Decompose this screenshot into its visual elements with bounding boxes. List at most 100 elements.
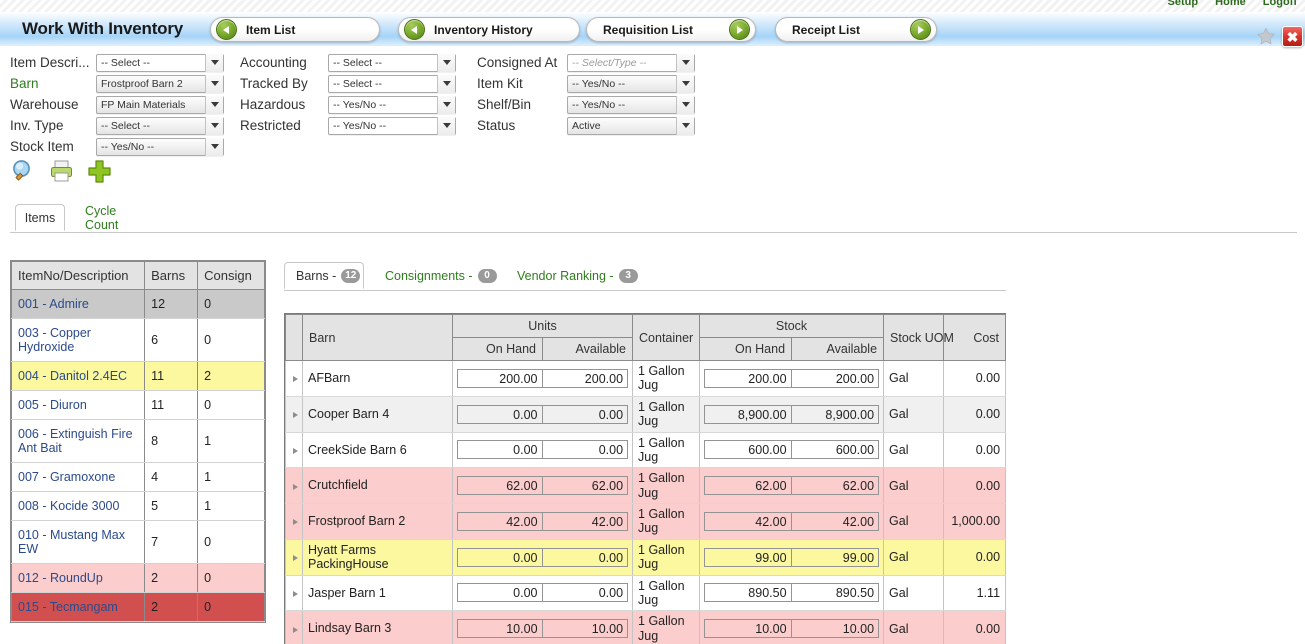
table-row[interactable]: 006 - Extinguish Fire Ant Bait 8 1 — [10, 419, 265, 463]
units-on-hand-input[interactable]: 42.00 — [457, 511, 543, 531]
row-expander[interactable] — [285, 574, 303, 612]
item-description[interactable]: 001 - Admire — [10, 289, 146, 319]
units-available-input[interactable]: 200.00 — [542, 368, 629, 388]
units-available-input[interactable]: 0.00 — [542, 440, 629, 460]
stock-available-input[interactable]: 99.00 — [791, 547, 880, 567]
units-on-hand-input[interactable]: 10.00 — [457, 619, 543, 639]
row-expander[interactable] — [285, 360, 303, 397]
column-header-barn[interactable]: Barn — [302, 314, 453, 361]
tab-cycle-count[interactable]: Cycle Count — [73, 204, 165, 232]
stock-available-input[interactable]: 42.00 — [791, 511, 880, 531]
filter-select-hazardous[interactable]: -- Yes/No -- — [328, 95, 456, 114]
top-link-setup[interactable]: Setup — [1168, 0, 1199, 8]
units-on-hand-input[interactable]: 0.00 — [457, 547, 543, 567]
tab-items[interactable]: Items — [15, 204, 65, 231]
table-row[interactable]: Crutchfield 62.00 62.00 1 Gallon Jug 62.… — [285, 467, 1007, 504]
top-link-home[interactable]: Home — [1215, 0, 1246, 8]
column-header-units-available[interactable]: Available — [541, 337, 634, 361]
stock-available-input[interactable]: 8,900.00 — [791, 404, 880, 424]
table-row[interactable]: Hyatt Farms PackingHouse 0.00 0.00 1 Gal… — [285, 538, 1007, 576]
units-available-input[interactable]: 0.00 — [542, 583, 629, 603]
filter-select-accounting[interactable]: -- Select -- — [328, 53, 456, 72]
item-description[interactable]: 008 - Kocide 3000 — [10, 491, 146, 521]
units-on-hand-input[interactable]: 0.00 — [457, 583, 543, 603]
units-available-input[interactable]: 10.00 — [542, 619, 629, 639]
filter-select-item-kit[interactable]: -- Yes/No -- — [567, 74, 695, 93]
nav-button-item-list[interactable]: Item List — [210, 17, 380, 42]
item-description[interactable]: 003 - Copper Hydroxide — [10, 318, 146, 362]
nav-button-receipt-list[interactable]: Receipt List — [775, 17, 937, 42]
print-icon[interactable] — [48, 158, 75, 185]
item-description[interactable]: 015 - Tecmangam — [10, 592, 146, 622]
table-row[interactable]: 001 - Admire 12 0 — [10, 289, 265, 319]
item-description[interactable]: 004 - Danitol 2.4EC — [10, 361, 146, 391]
row-expander[interactable] — [285, 467, 303, 504]
table-row[interactable]: 003 - Copper Hydroxide 6 0 — [10, 318, 265, 362]
table-row[interactable]: 010 - Mustang Max EW 7 0 — [10, 520, 265, 564]
table-row[interactable]: Cooper Barn 4 0.00 0.00 1 Gallon Jug 8,9… — [285, 395, 1007, 433]
row-expander[interactable] — [285, 503, 303, 540]
search-icon[interactable] — [10, 158, 37, 185]
units-on-hand-input[interactable]: 200.00 — [457, 368, 543, 388]
filter-select-barn[interactable]: Frostproof Barn 2 — [96, 74, 224, 93]
add-icon[interactable] — [86, 158, 113, 185]
units-on-hand-input[interactable]: 0.00 — [457, 404, 543, 424]
item-description[interactable]: 012 - RoundUp — [10, 563, 146, 593]
item-description[interactable]: 010 - Mustang Max EW — [10, 520, 146, 564]
stock-available-input[interactable]: 62.00 — [791, 476, 880, 496]
filter-select-inv-type[interactable]: -- Select -- — [96, 116, 224, 135]
table-row[interactable]: 008 - Kocide 3000 5 1 — [10, 491, 265, 521]
table-row[interactable]: 005 - Diuron 11 0 — [10, 390, 265, 420]
table-row[interactable]: 007 - Gramoxone 4 1 — [10, 462, 265, 492]
table-row[interactable]: 004 - Danitol 2.4EC 11 2 — [10, 361, 265, 391]
tab-vendor-ranking[interactable]: Vendor Ranking - 3 — [506, 262, 638, 289]
row-expander[interactable] — [285, 610, 303, 644]
units-available-input[interactable]: 0.00 — [542, 404, 629, 424]
stock-on-hand-input[interactable]: 42.00 — [704, 511, 792, 531]
stock-available-input[interactable]: 10.00 — [791, 619, 880, 639]
top-link-logoff[interactable]: Logoff — [1263, 0, 1297, 8]
item-description[interactable]: 006 - Extinguish Fire Ant Bait — [10, 419, 146, 463]
item-description[interactable]: 005 - Diuron — [10, 390, 146, 420]
table-row[interactable]: Lindsay Barn 3 10.00 10.00 1 Gallon Jug … — [285, 610, 1007, 644]
column-header-stock-available[interactable]: Available — [791, 337, 885, 361]
table-row[interactable]: AFBarn 200.00 200.00 1 Gallon Jug 200.00… — [285, 360, 1007, 397]
stock-on-hand-input[interactable]: 99.00 — [704, 547, 792, 567]
table-row[interactable]: CreekSide Barn 6 0.00 0.00 1 Gallon Jug … — [285, 431, 1007, 469]
table-row[interactable]: 012 - RoundUp 2 0 — [10, 563, 265, 593]
filter-select-restricted[interactable]: -- Yes/No -- — [328, 116, 456, 135]
filter-select-item-description[interactable]: -- Select -- — [96, 53, 224, 72]
units-available-input[interactable]: 62.00 — [542, 476, 629, 496]
filter-select-status[interactable]: Active — [567, 116, 695, 135]
units-available-input[interactable]: 42.00 — [542, 511, 629, 531]
row-expander[interactable] — [285, 395, 303, 433]
column-header-stock-uom[interactable]: Stock UOM — [883, 314, 954, 361]
row-expander[interactable] — [285, 538, 303, 576]
stock-on-hand-input[interactable]: 200.00 — [704, 368, 792, 388]
nav-button-requisition-list[interactable]: Requisition List — [586, 17, 756, 42]
units-on-hand-input[interactable]: 0.00 — [457, 440, 543, 460]
filter-select-warehouse[interactable]: FP Main Materials — [96, 95, 224, 114]
column-header-units-on-hand[interactable]: On Hand — [452, 337, 543, 361]
column-header-container[interactable]: Container — [632, 314, 701, 361]
column-header-barns[interactable]: Barns — [144, 261, 199, 290]
tab-consignments[interactable]: Consignments - 0 — [374, 262, 501, 289]
stock-on-hand-input[interactable]: 62.00 — [704, 476, 792, 496]
row-expander[interactable] — [285, 431, 303, 469]
stock-on-hand-input[interactable]: 600.00 — [704, 440, 792, 460]
stock-on-hand-input[interactable]: 890.50 — [704, 583, 792, 603]
table-row[interactable]: 015 - Tecmangam 2 0 — [10, 592, 265, 622]
column-header-itemno-description[interactable]: ItemNo/Description — [10, 261, 146, 290]
filter-select-tracked-by[interactable]: -- Select -- — [328, 74, 456, 93]
table-row[interactable]: Frostproof Barn 2 42.00 42.00 1 Gallon J… — [285, 503, 1007, 540]
column-header-stock-on-hand[interactable]: On Hand — [699, 337, 793, 361]
column-header-consign[interactable]: Consign — [197, 261, 265, 290]
stock-on-hand-input[interactable]: 10.00 — [704, 619, 792, 639]
star-icon[interactable] — [1255, 26, 1277, 47]
units-available-input[interactable]: 0.00 — [542, 547, 629, 567]
units-on-hand-input[interactable]: 62.00 — [457, 476, 543, 496]
tab-barns[interactable]: Barns - 12 — [284, 262, 364, 289]
filter-select-shelf-bin[interactable]: -- Yes/No -- — [567, 95, 695, 114]
filter-select-stock-item[interactable]: -- Yes/No -- — [96, 137, 224, 156]
stock-available-input[interactable]: 600.00 — [791, 440, 880, 460]
